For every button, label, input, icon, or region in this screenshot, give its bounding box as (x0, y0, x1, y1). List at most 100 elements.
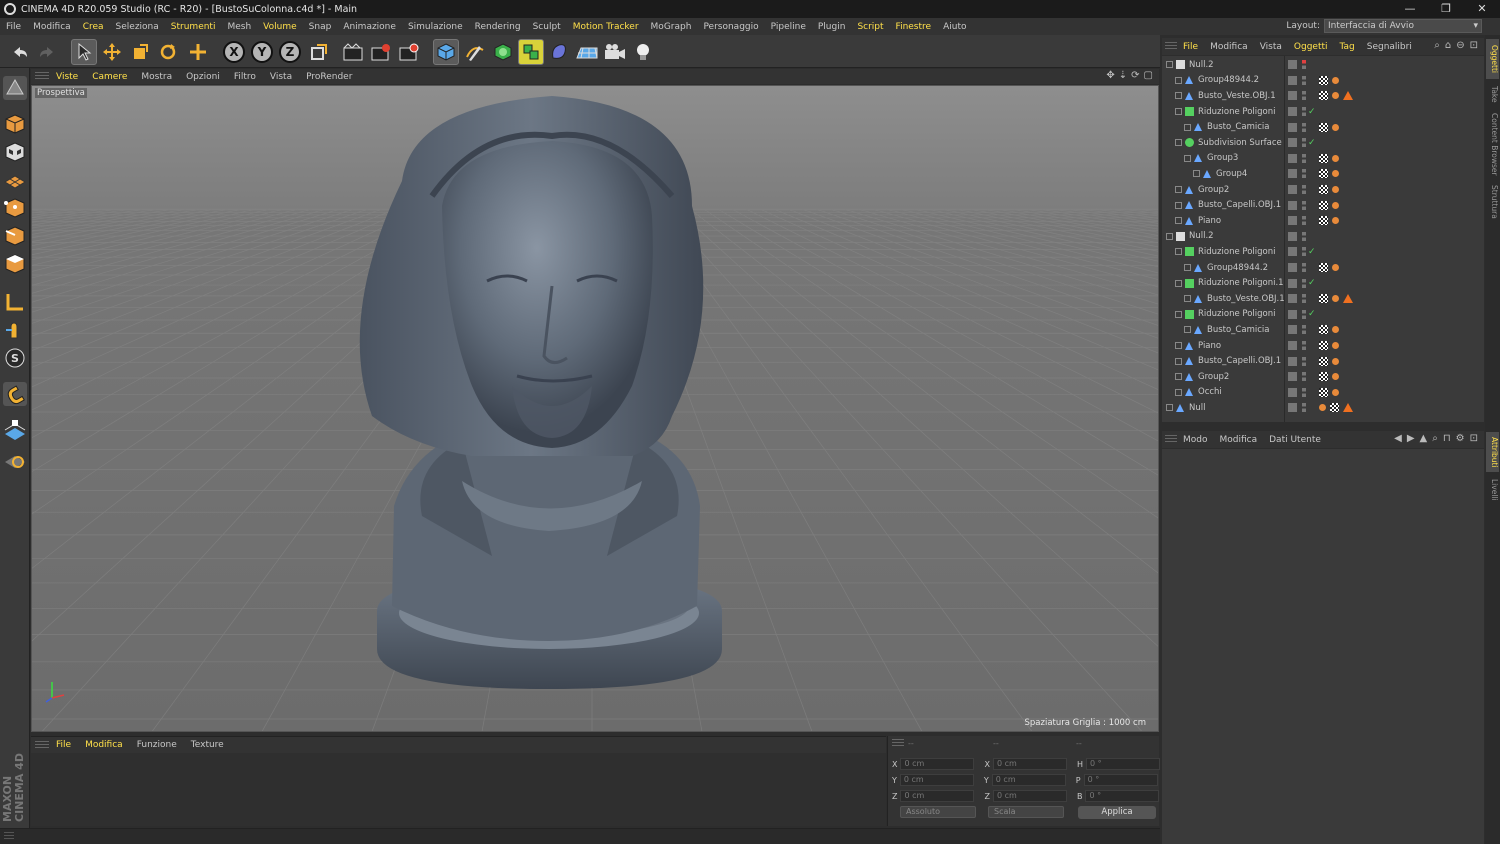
new-window-icon[interactable]: ⊡ (1470, 40, 1478, 51)
3d-viewport[interactable]: Prospettiva Spaziatura Griglia : 1000 cm (31, 85, 1159, 732)
texture-tag-icon[interactable] (1330, 403, 1339, 413)
object-row[interactable]: Busto_Veste.OBJ.1 (1162, 291, 1484, 307)
subdivision-surface-button[interactable] (490, 39, 516, 65)
texture-tag-icon[interactable] (1319, 185, 1328, 195)
phong-tag-icon[interactable] (1332, 326, 1339, 334)
menu-crea[interactable]: Crea (77, 22, 110, 32)
phong-tag-icon[interactable] (1332, 170, 1339, 178)
search-icon[interactable]: ⌕ (1434, 40, 1440, 51)
texture-tag-icon[interactable] (1319, 216, 1328, 226)
rotate-view-icon[interactable]: ⟳ (1131, 70, 1139, 81)
layer-icon[interactable] (1288, 231, 1297, 241)
texture-tag-icon[interactable] (1319, 91, 1328, 101)
menu-modifica[interactable]: Modifica (27, 22, 77, 32)
enabled-check-icon[interactable]: ✓ (1308, 247, 1316, 257)
menu-finestre[interactable]: Finestre (890, 22, 938, 32)
tree-toggle-icon[interactable] (1175, 279, 1182, 287)
layer-icon[interactable] (1288, 107, 1297, 117)
menu-motion-tracker[interactable]: Motion Tracker (567, 22, 645, 32)
transform-tool-button[interactable] (185, 39, 211, 65)
menu-seleziona[interactable]: Seleziona (110, 22, 165, 32)
home-icon[interactable]: ⌂ (1445, 40, 1451, 51)
layout-dropdown[interactable]: Interfaccia di Avvio (1324, 19, 1482, 33)
layer-icon[interactable] (1288, 185, 1297, 195)
visibility-dots-icon[interactable] (1302, 60, 1306, 70)
z-axis-lock-button[interactable]: Z (277, 39, 303, 65)
object-row[interactable]: Riduzione Poligoni ✓ (1162, 104, 1484, 120)
menu-pipeline[interactable]: Pipeline (765, 22, 812, 32)
apply-button[interactable]: Applica (1078, 806, 1156, 819)
layer-icon[interactable] (1288, 278, 1297, 288)
layer-icon[interactable] (1288, 60, 1297, 70)
make-editable-button[interactable] (3, 76, 27, 100)
om-menu-modifica[interactable]: Modifica (1204, 42, 1254, 52)
tree-toggle-icon[interactable] (1184, 154, 1191, 162)
object-row[interactable]: Group48944.2 (1162, 260, 1484, 276)
phong-tag-icon[interactable] (1332, 217, 1339, 225)
menu-plugin[interactable]: Plugin (812, 22, 852, 32)
layer-icon[interactable] (1288, 309, 1297, 319)
planar-workplane-button[interactable] (3, 446, 27, 470)
restore-button[interactable]: ❐ (1428, 0, 1464, 18)
texture-tag-icon[interactable] (1319, 294, 1328, 304)
layer-icon[interactable] (1288, 216, 1297, 226)
tree-toggle-icon[interactable] (1175, 201, 1182, 209)
menu-sculpt[interactable]: Sculpt (527, 22, 567, 32)
forward-arrow-icon[interactable]: ▶ (1407, 433, 1415, 444)
menu-script[interactable]: Script (851, 22, 889, 32)
visibility-dots-icon[interactable] (1302, 387, 1306, 397)
layer-icon[interactable] (1288, 372, 1297, 382)
object-row[interactable]: Group3 (1162, 151, 1484, 167)
material-menu-file[interactable]: File (49, 740, 78, 750)
object-row[interactable]: Null.2 (1162, 57, 1484, 73)
camera-object-button[interactable] (602, 39, 628, 65)
visibility-dots-icon[interactable] (1302, 309, 1306, 319)
layer-icon[interactable] (1288, 247, 1297, 257)
search-icon[interactable]: ⌕ (1432, 433, 1438, 444)
visibility-dots-icon[interactable] (1302, 294, 1306, 304)
y-axis-lock-button[interactable]: Y (249, 39, 275, 65)
warning-tag-icon[interactable] (1343, 91, 1353, 101)
tab-attributi[interactable]: Attributi (1486, 432, 1499, 472)
object-row[interactable]: Piano (1162, 338, 1484, 354)
layer-icon[interactable] (1288, 294, 1297, 304)
menu-strumenti[interactable]: Strumenti (165, 22, 222, 32)
object-row[interactable]: Riduzione Poligoni ✓ (1162, 244, 1484, 260)
viewport-menu-opzioni[interactable]: Opzioni (179, 72, 227, 82)
phong-tag-icon[interactable] (1332, 357, 1339, 365)
back-arrow-icon[interactable]: ◀ (1394, 433, 1402, 444)
object-row[interactable]: Busto_Camicia (1162, 119, 1484, 135)
material-menu-texture[interactable]: Texture (184, 740, 231, 750)
up-arrow-icon[interactable]: ▲ (1420, 433, 1428, 444)
visibility-dots-icon[interactable] (1302, 75, 1306, 85)
array-generator-button[interactable] (518, 39, 544, 65)
menu-snap[interactable]: Snap (303, 22, 338, 32)
cube-object-button[interactable] (433, 39, 459, 65)
deformer-button[interactable] (546, 39, 572, 65)
object-row[interactable]: Busto_Veste.OBJ.1 (1162, 88, 1484, 104)
phong-tag-icon[interactable] (1332, 373, 1339, 381)
axis-mode-button[interactable] (3, 290, 27, 314)
visibility-dots-icon[interactable] (1302, 263, 1306, 273)
object-row[interactable]: Busto_Capelli.OBJ.1 (1162, 353, 1484, 369)
tree-toggle-icon[interactable] (1175, 92, 1182, 100)
warning-tag-icon[interactable] (1343, 403, 1353, 413)
visibility-dots-icon[interactable] (1302, 325, 1306, 335)
lock-icon[interactable]: ⊓ (1443, 433, 1451, 444)
scale-tool-button[interactable] (127, 39, 153, 65)
attr-menu-dati-utente[interactable]: Dati Utente (1263, 435, 1327, 445)
layer-icon[interactable] (1288, 403, 1297, 413)
render-settings-button[interactable] (396, 39, 422, 65)
tree-toggle-icon[interactable] (1175, 310, 1182, 318)
enabled-check-icon[interactable]: ✓ (1308, 138, 1316, 148)
om-menu-oggetti[interactable]: Oggetti (1288, 42, 1334, 52)
tab-take[interactable]: Take (1486, 81, 1499, 107)
settings-icon[interactable]: ⚙ (1456, 433, 1465, 444)
texture-tag-icon[interactable] (1319, 200, 1328, 210)
object-row[interactable]: Null.2 (1162, 229, 1484, 245)
texture-tag-icon[interactable] (1319, 372, 1328, 382)
points-mode-button[interactable] (3, 196, 27, 220)
phong-tag-icon[interactable] (1319, 404, 1326, 412)
texture-mode-button[interactable] (3, 140, 27, 164)
viewport-menu-prorender[interactable]: ProRender (299, 72, 359, 82)
